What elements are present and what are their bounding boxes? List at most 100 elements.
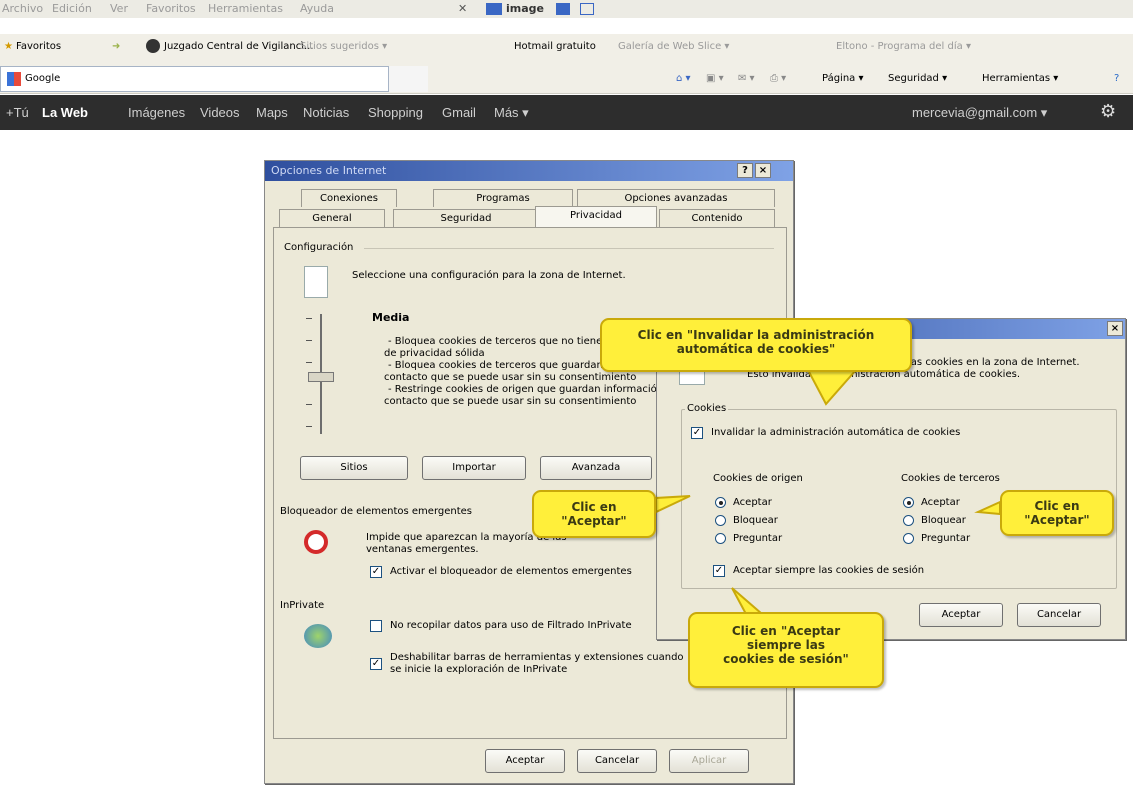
juzgado-icon <box>146 39 160 53</box>
privacy-slider-thumb[interactable] <box>308 372 334 382</box>
add-favorite-icon[interactable]: ➜ <box>112 41 120 52</box>
inprivate-toolbars-label: se inicie la exploración de InPrivate <box>390 664 568 675</box>
fav-hotmail[interactable]: Hotmail gratuito <box>514 41 596 52</box>
import-button[interactable]: Importar <box>422 456 526 480</box>
level-line: de privacidad sólida <box>384 348 485 359</box>
image-search-icon[interactable] <box>486 3 502 15</box>
menu-edicion[interactable]: Edición <box>52 2 92 15</box>
sites-button[interactable]: Sitios <box>300 456 408 480</box>
gbar-mas[interactable]: Más ▾ <box>494 105 529 121</box>
menu-seguridad[interactable]: Seguridad ▾ <box>888 73 947 84</box>
zone-document-icon <box>304 266 328 298</box>
gear-icon[interactable]: ⚙ <box>1100 101 1116 122</box>
tab-privacidad[interactable]: Privacidad <box>535 206 657 227</box>
gbar-noticias[interactable]: Noticias <box>303 105 349 120</box>
account-menu[interactable]: mercevia@gmail.com ▾ <box>912 105 1047 121</box>
inprivate-filter-checkbox[interactable] <box>370 620 382 632</box>
dialog-close-button[interactable]: × <box>755 163 771 178</box>
favorites-bar: ★ Favoritos ➜ Juzgado Central de Vigilan… <box>0 34 1133 64</box>
third-party-accept-radio[interactable] <box>903 497 914 508</box>
fav-eltono[interactable]: Eltono - Programa del día ▾ <box>836 41 971 52</box>
menu-archivo[interactable]: Archivo <box>2 2 43 15</box>
tab-contenido[interactable]: Contenido <box>659 209 775 227</box>
advanced-cancel-button[interactable]: Cancelar <box>1017 603 1101 627</box>
callout-text: Clic en "Invalidar la administración <box>637 328 875 342</box>
session-cookies-checkbox[interactable]: ✓ <box>713 565 725 577</box>
inprivate-filter-label: No recopilar datos para uso de Filtrado … <box>390 620 632 631</box>
image-search-label[interactable]: image <box>506 2 544 15</box>
callout-text: Clic en <box>1034 499 1080 513</box>
menu-pagina[interactable]: Página ▾ <box>822 73 864 84</box>
apply-button[interactable]: Aplicar <box>669 749 749 773</box>
third-party-block-radio[interactable] <box>903 515 914 526</box>
slider-tick <box>306 362 312 363</box>
tab-general[interactable]: General <box>279 209 385 227</box>
fav-galeria[interactable]: Galería de Web Slice ▾ <box>618 41 729 52</box>
tab-google[interactable]: Google <box>0 66 428 92</box>
callout-override: Clic en "Invalidar la administración aut… <box>600 318 912 372</box>
fav-sitios-sugeridos[interactable]: Sitios sugeridos ▾ <box>300 41 387 52</box>
first-party-prompt-label: Preguntar <box>733 533 783 544</box>
config-divider <box>364 248 774 249</box>
first-party-block-radio[interactable] <box>715 515 726 526</box>
tab-conexiones[interactable]: Conexiones <box>301 189 397 207</box>
callout-text: automática de cookies" <box>676 342 836 356</box>
home-icon[interactable]: ⌂ ▾ <box>676 73 691 84</box>
gbar-gmail[interactable]: Gmail <box>442 105 476 120</box>
advanced-button[interactable]: Avanzada <box>540 456 652 480</box>
help-icon[interactable]: ? <box>1114 73 1119 84</box>
tab-programas[interactable]: Programas <box>433 189 573 207</box>
level-line: - Restringe cookies de origen que guarda… <box>388 384 679 395</box>
inprivate-toolbars-checkbox[interactable]: ✓ <box>370 658 382 670</box>
session-cookies-label: Aceptar siempre las cookies de sesión <box>733 565 925 576</box>
close-icon[interactable]: ✕ <box>458 2 467 15</box>
callout-text: "Aceptar" <box>1024 513 1090 527</box>
callout-accept-third-party: Clic en "Aceptar" <box>1000 490 1114 536</box>
third-party-block-label: Bloquear <box>921 515 966 526</box>
gbar-videos[interactable]: Videos <box>200 105 240 120</box>
gbar-tu[interactable]: +Tú <box>6 105 29 120</box>
print-icon[interactable]: ⎙ ▾ <box>770 73 786 84</box>
advanced-ok-button[interactable]: Aceptar <box>919 603 1003 627</box>
menu-ver[interactable]: Ver <box>110 2 128 15</box>
popup-blocker-checkbox[interactable]: ✓ <box>370 566 382 578</box>
popup-blocker-label: Bloqueador de elementos emergentes <box>280 506 473 517</box>
cancel-button[interactable]: Cancelar <box>577 749 657 773</box>
third-party-prompt-radio[interactable] <box>903 533 914 544</box>
feeds-icon[interactable]: ▣ ▾ <box>706 73 724 84</box>
help-button[interactable]: ? <box>737 163 753 178</box>
gbar-imagenes[interactable]: Imágenes <box>128 105 185 120</box>
window-icon[interactable] <box>580 3 594 15</box>
override-cookies-checkbox[interactable]: ✓ <box>691 427 703 439</box>
dialog-title: Opciones de Internet <box>271 164 387 177</box>
first-party-prompt-radio[interactable] <box>715 533 726 544</box>
menu-bar: Archivo Edición Ver Favoritos Herramient… <box>0 0 1133 18</box>
first-party-accept-radio[interactable] <box>715 497 726 508</box>
tab-seguridad[interactable]: Seguridad <box>393 209 539 227</box>
bookmark-icon[interactable] <box>556 3 570 15</box>
ok-button[interactable]: Aceptar <box>485 749 565 773</box>
config-description: Seleccione una configuración para la zon… <box>352 270 626 281</box>
tab-opciones-avanzadas[interactable]: Opciones avanzadas <box>577 189 775 207</box>
favorites-button[interactable]: Favoritos <box>16 41 61 52</box>
gbar-shopping[interactable]: Shopping <box>368 105 423 120</box>
menu-herramientas[interactable]: Herramientas <box>208 2 283 15</box>
callout-text: Clic en <box>571 500 617 514</box>
menu-ayuda[interactable]: Ayuda <box>300 2 334 15</box>
first-party-accept-label: Aceptar <box>733 497 772 508</box>
new-tab-button[interactable] <box>388 66 428 92</box>
gbar-la-web[interactable]: La Web <box>42 105 88 120</box>
star-icon: ★ <box>4 41 13 52</box>
menu-favoritos[interactable]: Favoritos <box>146 2 196 15</box>
third-party-prompt-label: Preguntar <box>921 533 971 544</box>
block-icon <box>304 530 328 554</box>
slider-tick <box>306 426 312 427</box>
callout-text: siempre las <box>746 638 826 652</box>
advanced-close-button[interactable]: × <box>1107 321 1123 336</box>
mail-icon[interactable]: ✉ ▾ <box>738 73 755 84</box>
menu-herramientas-cmd[interactable]: Herramientas ▾ <box>982 73 1058 84</box>
slider-tick <box>306 340 312 341</box>
gbar-maps[interactable]: Maps <box>256 105 288 120</box>
popup-description: ventanas emergentes. <box>366 544 479 555</box>
fav-juzgado[interactable]: Juzgado Central de Vigilancì... <box>164 41 314 52</box>
